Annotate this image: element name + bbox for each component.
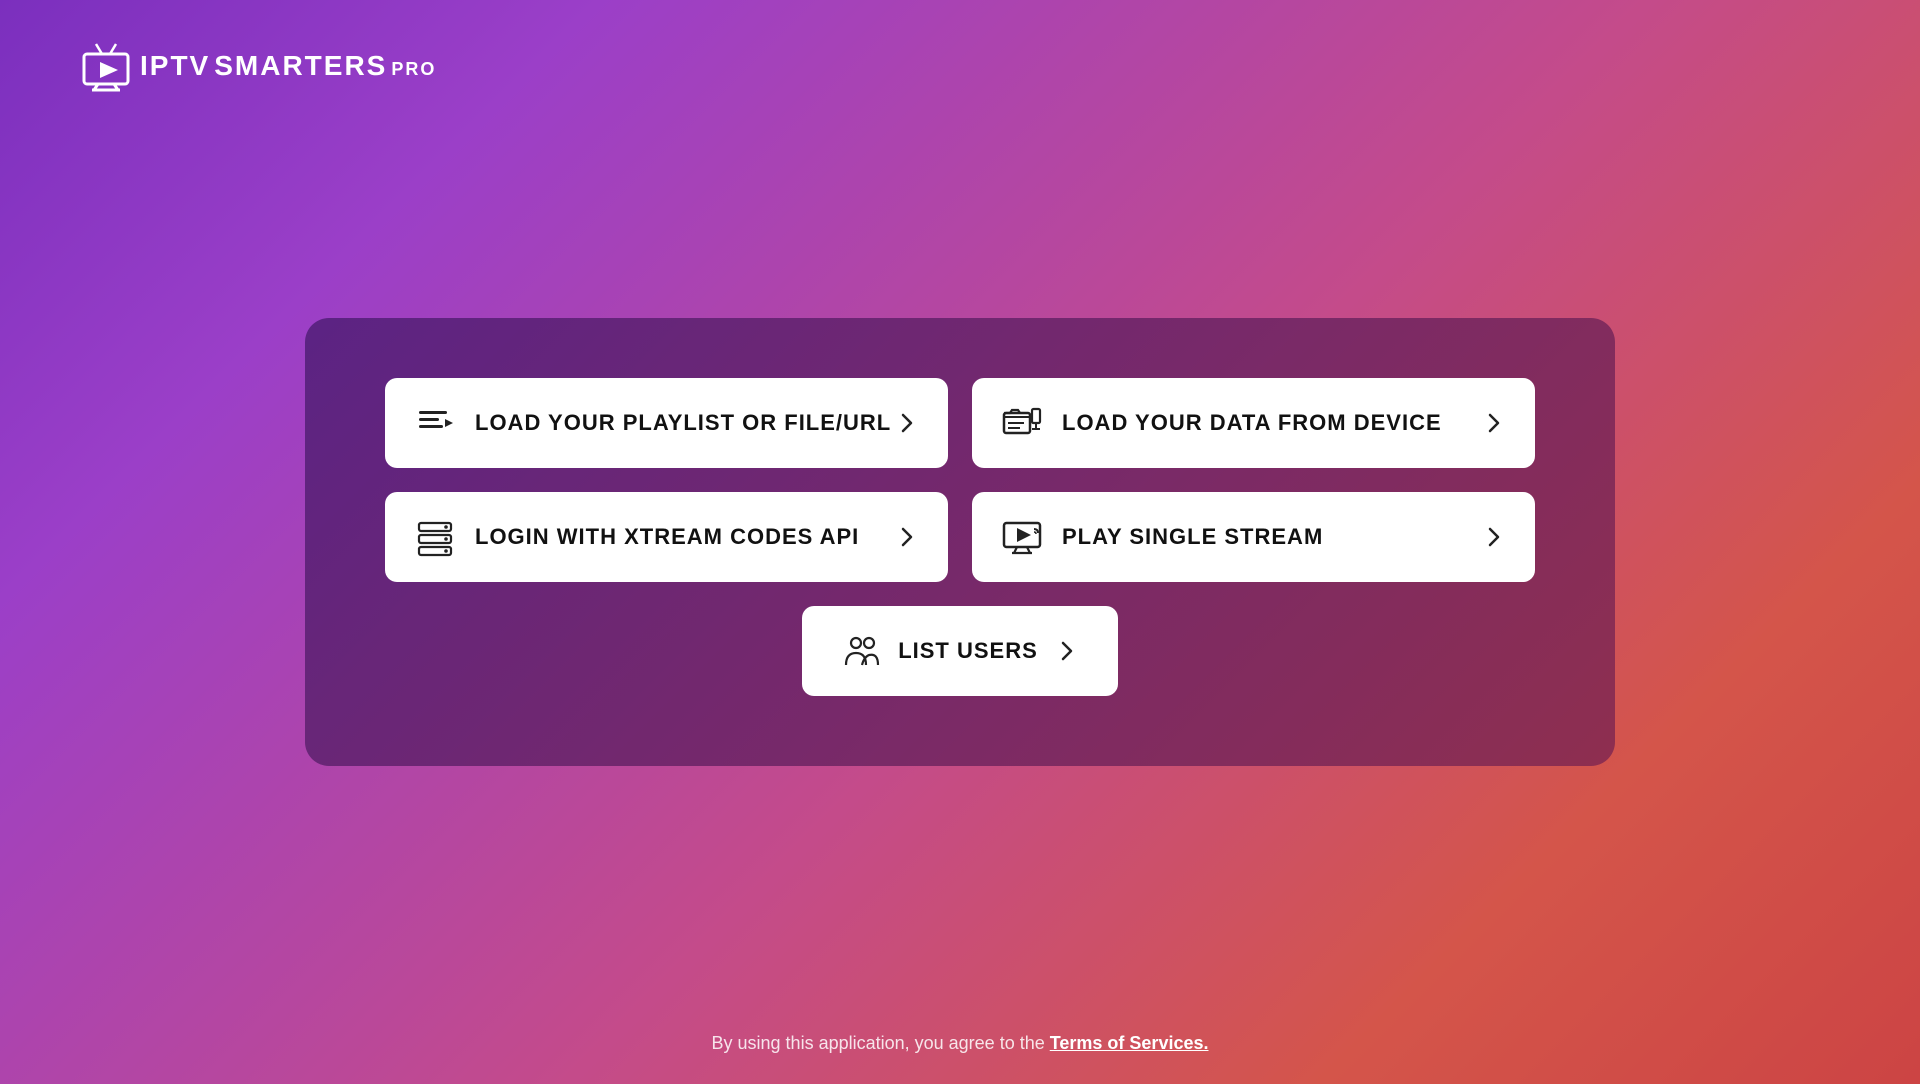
logo-smarters: SMARTERS xyxy=(214,50,387,82)
stream-icon xyxy=(1002,517,1042,557)
playlist-icon xyxy=(415,403,455,443)
button-row-1: LOAD YOUR PLAYLIST OR FILE/URL xyxy=(385,378,1535,468)
chevron-right-icon xyxy=(894,411,918,435)
xtream-icon xyxy=(415,517,455,557)
device-icon xyxy=(1002,403,1042,443)
main-card: LOAD YOUR PLAYLIST OR FILE/URL xyxy=(305,318,1615,766)
terms-link[interactable]: Terms of Services. xyxy=(1050,1033,1209,1053)
load-playlist-button[interactable]: LOAD YOUR PLAYLIST OR FILE/URL xyxy=(385,378,948,468)
footer: By using this application, you agree to … xyxy=(712,1033,1209,1054)
chevron-right-icon-2 xyxy=(1481,411,1505,435)
login-xtream-button[interactable]: LOGIN WITH XTREAM CODES API xyxy=(385,492,948,582)
list-users-button[interactable]: LIST USERS xyxy=(802,606,1118,696)
center-row: LIST USERS xyxy=(385,606,1535,696)
play-stream-label: PLAY SINGLE STREAM xyxy=(1062,524,1323,550)
logo-iptv: IPTV xyxy=(140,50,210,82)
button-left: LOGIN WITH XTREAM CODES API xyxy=(415,517,859,557)
button-left: PLAY SINGLE STREAM xyxy=(1002,517,1323,557)
button-left: LOAD YOUR DATA FROM DEVICE xyxy=(1002,403,1442,443)
logo-pro: PRO xyxy=(391,59,436,80)
chevron-right-icon-3 xyxy=(894,525,918,549)
logo-tv-icon xyxy=(80,40,132,92)
list-users-label: LIST USERS xyxy=(898,638,1038,664)
list-users-inner: LIST USERS xyxy=(842,631,1078,671)
play-stream-button[interactable]: PLAY SINGLE STREAM xyxy=(972,492,1535,582)
chevron-right-icon-5 xyxy=(1054,639,1078,663)
button-left: LOAD YOUR PLAYLIST OR FILE/URL xyxy=(415,403,891,443)
footer-text: By using this application, you agree to … xyxy=(712,1033,1050,1053)
load-playlist-label: LOAD YOUR PLAYLIST OR FILE/URL xyxy=(475,410,891,436)
logo: IPTV SMARTERS PRO xyxy=(80,40,436,92)
chevron-right-icon-4 xyxy=(1481,525,1505,549)
load-device-label: LOAD YOUR DATA FROM DEVICE xyxy=(1062,410,1442,436)
load-device-button[interactable]: LOAD YOUR DATA FROM DEVICE xyxy=(972,378,1535,468)
logo-text: IPTV SMARTERS PRO xyxy=(140,50,436,82)
button-row-2: LOGIN WITH XTREAM CODES API xyxy=(385,492,1535,582)
users-icon xyxy=(842,631,882,671)
login-xtream-label: LOGIN WITH XTREAM CODES API xyxy=(475,524,859,550)
